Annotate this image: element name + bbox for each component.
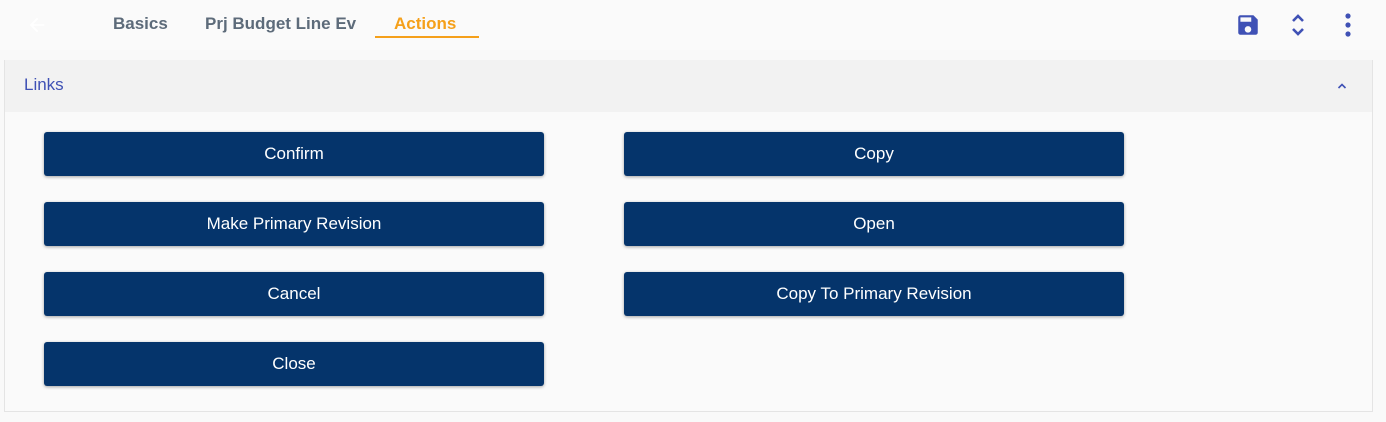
copy-button[interactable]: Copy (624, 132, 1124, 176)
make-primary-revision-button[interactable]: Make Primary Revision (44, 202, 544, 246)
save-icon (1238, 15, 1258, 35)
active-tab-indicator (375, 36, 479, 38)
links-panel: Links Confirm Copy Make Primary Revision… (4, 60, 1373, 412)
back-button[interactable] (24, 12, 50, 38)
more-vertical-icon (1345, 13, 1351, 37)
tab-actions[interactable]: Actions (394, 14, 456, 34)
open-button[interactable]: Open (624, 202, 1124, 246)
cancel-button[interactable]: Cancel (44, 272, 544, 316)
copy-to-primary-revision-button[interactable]: Copy To Primary Revision (624, 272, 1124, 316)
arrow-left-icon (29, 17, 45, 33)
expand-collapse-button[interactable] (1285, 11, 1311, 39)
tab-basics[interactable]: Basics (113, 14, 168, 34)
save-button[interactable] (1235, 11, 1261, 39)
confirm-button[interactable]: Confirm (44, 132, 544, 176)
chevron-up-icon (1337, 83, 1347, 89)
collapse-button[interactable] (1334, 78, 1350, 94)
more-options-button[interactable] (1335, 11, 1361, 39)
panel-title: Links (24, 75, 64, 94)
top-bar: Basics Prj Budget Line Ev Actions (0, 0, 1386, 50)
close-button[interactable]: Close (44, 342, 544, 386)
tab-prj-budget-line-ev[interactable]: Prj Budget Line Ev (205, 14, 356, 34)
links-panel-header[interactable]: Links (5, 60, 1372, 112)
expand-collapse-icon (1292, 14, 1304, 36)
